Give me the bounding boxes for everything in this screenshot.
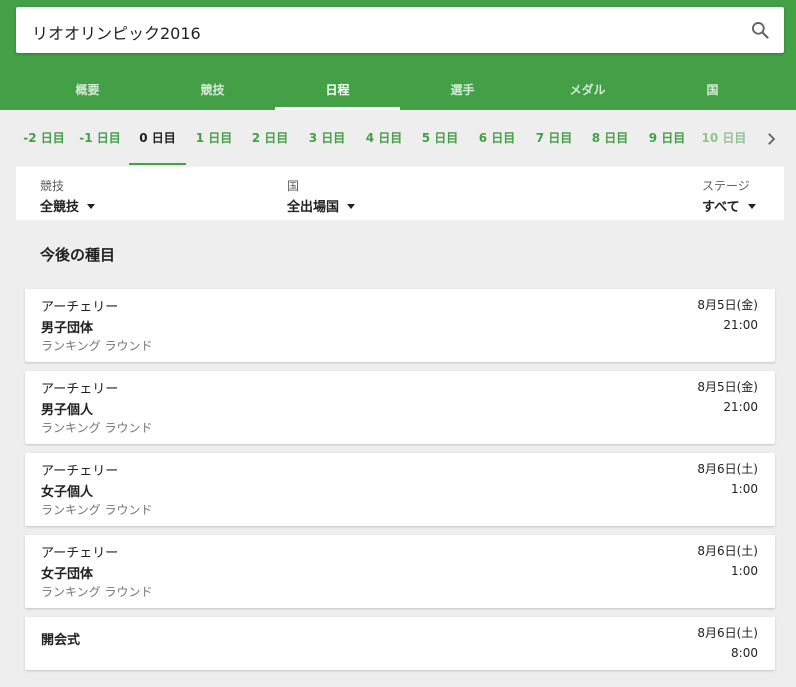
event-name: 女子団体: [41, 567, 94, 582]
day-tab[interactable]: 7 日目: [528, 110, 580, 165]
tab-medals[interactable]: メダル: [525, 72, 650, 110]
app-header: リオオリンピック2016 概要 競技 日程 選手 メダル 国: [0, 0, 796, 110]
event-sport: アーチェリー: [41, 382, 119, 397]
event-card[interactable]: アーチェリー 女子団体 ランキング ラウンド 8月6日(土) 1:00: [25, 535, 775, 608]
day-tab[interactable]: 1 日目: [188, 110, 240, 165]
event-time: 21:00: [723, 400, 758, 414]
section-title: 今後の種目: [40, 246, 116, 264]
event-sport: アーチェリー: [41, 464, 119, 479]
sport-filter-value: 全競技: [40, 200, 80, 215]
event-card[interactable]: 開会式 8月6日(土) 8:00: [25, 617, 775, 670]
day-tab[interactable]: 3 日目: [301, 110, 353, 165]
search-input[interactable]: リオオリンピック2016: [32, 20, 201, 44]
event-name: 女子個人: [41, 485, 94, 500]
day-selector: -2 日目 -1 日目 0 日目 1 日目 2 日目 3 日目 4 日目 5 日…: [0, 110, 796, 165]
search-bar[interactable]: リオオリンピック2016: [16, 7, 784, 53]
day-tab[interactable]: -1 日目: [74, 110, 126, 165]
event-name: 男子団体: [41, 321, 94, 336]
event-stage: ランキング ラウンド: [41, 339, 153, 353]
event-sport: アーチェリー: [41, 546, 119, 561]
event-date: 8月5日(金): [697, 380, 758, 394]
chevron-right-icon[interactable]: [762, 130, 780, 148]
search-icon[interactable]: [750, 20, 770, 40]
event-name: 開会式: [41, 633, 81, 648]
main-tabs: 概要 競技 日程 選手 メダル 国: [25, 72, 775, 110]
event-time: 8:00: [731, 646, 758, 660]
stage-filter-label: ステージ: [702, 179, 750, 193]
event-date: 8月5日(金): [697, 298, 758, 312]
event-date: 8月6日(土): [697, 544, 758, 558]
event-stage: ランキング ラウンド: [41, 421, 153, 435]
event-card[interactable]: アーチェリー 女子個人 ランキング ラウンド 8月6日(土) 1:00: [25, 453, 775, 526]
day-tab[interactable]: 5 日目: [414, 110, 466, 165]
stage-filter-value: すべて: [702, 200, 740, 215]
sport-filter[interactable]: 競技 全競技: [40, 177, 96, 215]
tab-overview[interactable]: 概要: [25, 72, 150, 110]
stage-filter[interactable]: ステージ すべて: [702, 177, 756, 215]
event-date: 8月6日(土): [697, 626, 758, 640]
tab-schedule[interactable]: 日程: [275, 72, 400, 110]
day-tab[interactable]: 10 日目: [697, 110, 751, 165]
event-time: 1:00: [731, 564, 758, 578]
sport-filter-label: 競技: [40, 179, 65, 193]
tab-countries[interactable]: 国: [650, 72, 775, 110]
event-stage: ランキング ラウンド: [41, 585, 153, 599]
filter-bar: 競技 全競技 国 全出場国 ステージ すべて: [16, 167, 784, 220]
caret-down-icon: [347, 204, 356, 209]
day-tab[interactable]: 4 日目: [358, 110, 410, 165]
country-filter-label: 国: [287, 179, 300, 193]
event-time: 1:00: [731, 482, 758, 496]
country-filter-value: 全出場国: [287, 200, 340, 215]
day-tab[interactable]: 9 日目: [641, 110, 693, 165]
country-filter[interactable]: 国 全出場国: [287, 177, 356, 215]
event-time: 21:00: [723, 318, 758, 332]
day-tab[interactable]: 8 日目: [584, 110, 636, 165]
day-tab[interactable]: -2 日目: [18, 110, 70, 165]
event-card[interactable]: アーチェリー 男子個人 ランキング ラウンド 8月5日(金) 21:00: [25, 371, 775, 444]
caret-down-icon: [87, 204, 96, 209]
tab-sports[interactable]: 競技: [150, 72, 275, 110]
caret-down-icon: [747, 204, 756, 209]
day-tab[interactable]: 6 日目: [471, 110, 523, 165]
tab-athletes[interactable]: 選手: [400, 72, 525, 110]
event-stage: ランキング ラウンド: [41, 503, 153, 517]
event-card[interactable]: アーチェリー 男子団体 ランキング ラウンド 8月5日(金) 21:00: [25, 289, 775, 362]
day-tab-active[interactable]: 0 日目: [129, 110, 186, 165]
event-name: 男子個人: [41, 403, 94, 418]
day-tab[interactable]: 2 日目: [244, 110, 296, 165]
event-date: 8月6日(土): [697, 462, 758, 476]
event-sport: アーチェリー: [41, 300, 119, 315]
